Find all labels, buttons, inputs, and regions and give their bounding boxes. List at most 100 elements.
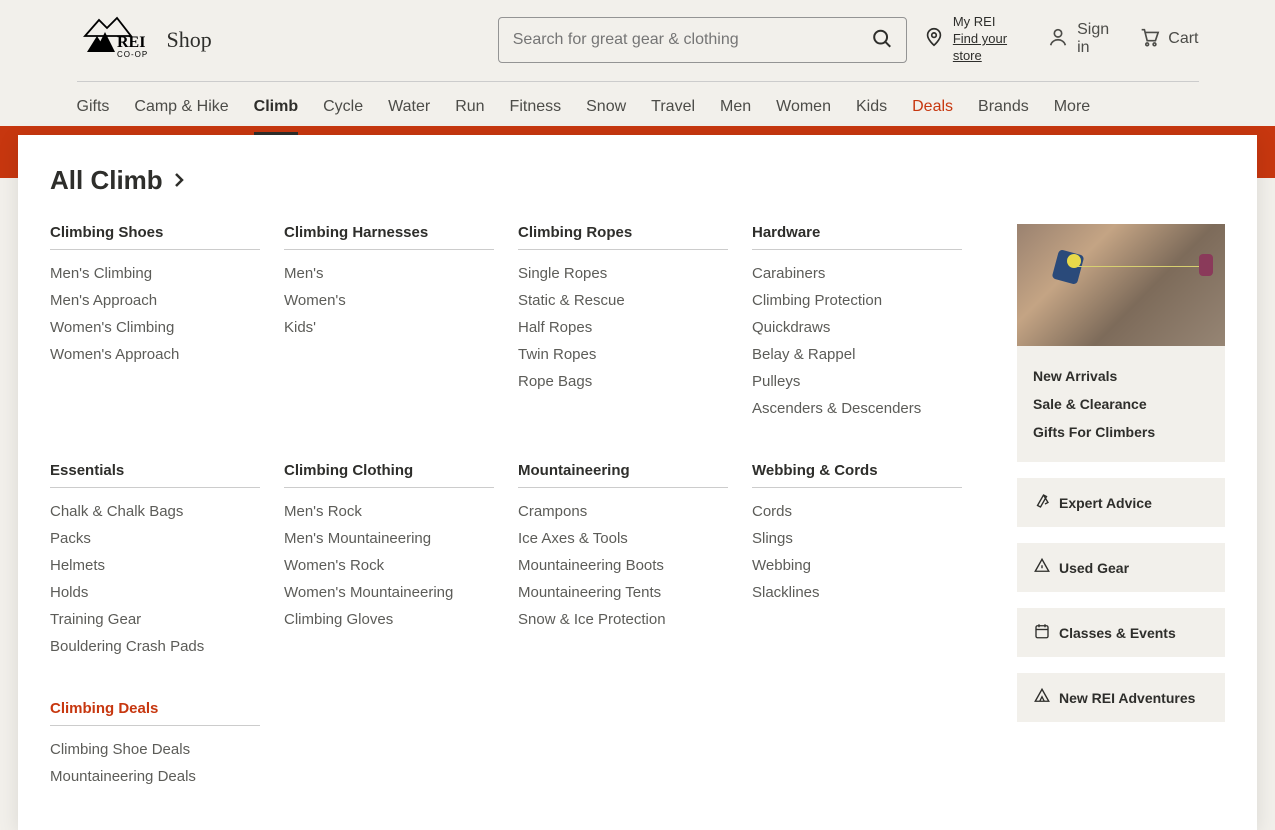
nav-item-gifts[interactable]: Gifts [77, 82, 110, 135]
menu-link[interactable]: Men's Mountaineering [284, 525, 494, 552]
promo-link[interactable]: Sale & Clearance [1033, 390, 1209, 418]
side-button[interactable]: Classes & Events [1017, 608, 1225, 657]
menu-column: Climbing Shoes Men's ClimbingMen's Approa… [50, 224, 260, 422]
menu-column: Climbing Ropes Single RopesStatic & Rescu… [518, 224, 728, 422]
sign-in[interactable]: Sign in [1047, 21, 1116, 57]
menu-link[interactable]: Packs [50, 525, 260, 552]
menu-link[interactable]: Climbing Gloves [284, 606, 494, 633]
mega-menu-title[interactable]: All Climb [50, 165, 1225, 196]
side-button-label: Used Gear [1059, 560, 1129, 576]
menu-link[interactable]: Carabiners [752, 260, 962, 287]
calendar-icon [1033, 622, 1051, 643]
side-button-label: Classes & Events [1059, 625, 1176, 641]
nav-item-men[interactable]: Men [720, 82, 751, 135]
menu-link[interactable]: Pulleys [752, 368, 962, 395]
nav-item-climb[interactable]: Climb [254, 82, 298, 135]
menu-link[interactable]: Mountaineering Deals [50, 763, 260, 790]
menu-column: Climbing Deals Climbing Shoe DealsMountai… [50, 700, 260, 790]
menu-link[interactable]: Belay & Rappel [752, 341, 962, 368]
mega-menu: All Climb Climbing ShoesMen's ClimbingMe… [18, 135, 1257, 830]
site-header: REI CO-OP Shop [29, 0, 1247, 135]
menu-column-heading[interactable]: Climbing Ropes [518, 224, 728, 250]
menu-link[interactable]: Training Gear [50, 606, 260, 633]
menu-link[interactable]: Rope Bags [518, 368, 728, 395]
nav-item-more[interactable]: More [1054, 82, 1090, 135]
menu-link[interactable]: Ice Axes & Tools [518, 525, 728, 552]
menu-link[interactable]: Twin Ropes [518, 341, 728, 368]
search-button[interactable] [867, 23, 897, 56]
menu-column: Climbing Clothing Men's RockMen's Mountai… [284, 462, 494, 660]
menu-link[interactable]: Men's [284, 260, 494, 287]
menu-column: MountaineeringCramponsIce Axes & ToolsMo… [518, 462, 728, 660]
menu-link[interactable]: Climbing Shoe Deals [50, 736, 260, 763]
menu-link[interactable]: Women's [284, 287, 494, 314]
find-store-link[interactable]: Find your store [953, 31, 1025, 65]
menu-link[interactable]: Slacklines [752, 579, 962, 606]
nav-item-snow[interactable]: Snow [586, 82, 626, 135]
promo-link[interactable]: New Arrivals [1033, 362, 1209, 390]
menu-link[interactable]: Crampons [518, 498, 728, 525]
menu-link[interactable]: Women's Rock [284, 552, 494, 579]
nav-item-run[interactable]: Run [455, 82, 484, 135]
sign-in-label: Sign in [1077, 21, 1116, 57]
menu-link[interactable]: Quickdraws [752, 314, 962, 341]
search-input[interactable] [498, 17, 907, 63]
nav-item-cycle[interactable]: Cycle [323, 82, 363, 135]
menu-link[interactable]: Mountaineering Tents [518, 579, 728, 606]
menu-link[interactable]: Men's Approach [50, 287, 260, 314]
menu-column-heading[interactable]: Climbing Clothing [284, 462, 494, 488]
menu-link[interactable]: Men's Climbing [50, 260, 260, 287]
nav-item-brands[interactable]: Brands [978, 82, 1029, 135]
adventure-icon [1033, 687, 1051, 708]
store-locator[interactable]: My REI Find your store [923, 14, 1025, 65]
menu-link[interactable]: Men's Rock [284, 498, 494, 525]
menu-link[interactable]: Climbing Protection [752, 287, 962, 314]
menu-link[interactable]: Bouldering Crash Pads [50, 633, 260, 660]
menu-link[interactable]: Holds [50, 579, 260, 606]
menu-column: Hardware CarabinersClimbing ProtectionQui… [752, 224, 962, 422]
menu-link[interactable]: Women's Climbing [50, 314, 260, 341]
cart-label: Cart [1168, 30, 1198, 48]
side-button[interactable]: Expert Advice [1017, 478, 1225, 527]
svg-text:REI: REI [117, 34, 145, 51]
menu-link[interactable]: Cords [752, 498, 962, 525]
nav-item-water[interactable]: Water [388, 82, 430, 135]
nav-item-women[interactable]: Women [776, 82, 831, 135]
side-button[interactable]: New REI Adventures [1017, 673, 1225, 722]
nav-item-kids[interactable]: Kids [856, 82, 887, 135]
menu-link[interactable]: Ascenders & Descenders [752, 395, 962, 422]
menu-column-heading[interactable]: Webbing & Cords [752, 462, 962, 488]
menu-link[interactable]: Snow & Ice Protection [518, 606, 728, 633]
menu-link[interactable]: Half Ropes [518, 314, 728, 341]
nav-item-fitness[interactable]: Fitness [510, 82, 562, 135]
menu-column-heading[interactable]: Climbing Deals [50, 700, 260, 726]
promo-image[interactable] [1017, 224, 1225, 346]
menu-column-heading[interactable]: Climbing Shoes [50, 224, 260, 250]
menu-column-heading[interactable]: Climbing Harnesses [284, 224, 494, 250]
menu-link[interactable]: Webbing [752, 552, 962, 579]
menu-link[interactable]: Static & Rescue [518, 287, 728, 314]
menu-link[interactable]: Slings [752, 525, 962, 552]
menu-link[interactable]: Women's Approach [50, 341, 260, 368]
menu-link[interactable]: Kids' [284, 314, 494, 341]
menu-column: Climbing Harnesses Men'sWomen'sKids' [284, 224, 494, 422]
menu-column-heading[interactable]: Mountaineering [518, 462, 728, 488]
cart[interactable]: Cart [1138, 26, 1198, 53]
menu-link[interactable]: Helmets [50, 552, 260, 579]
nav-item-travel[interactable]: Travel [651, 82, 695, 135]
menu-link[interactable]: Mountaineering Boots [518, 552, 728, 579]
menu-column-heading[interactable]: Essentials [50, 462, 260, 488]
nav-item-deals[interactable]: Deals [912, 82, 953, 135]
promo-link[interactable]: Gifts For Climbers [1033, 418, 1209, 446]
menu-link[interactable]: Single Ropes [518, 260, 728, 287]
menu-column-heading[interactable]: Hardware [752, 224, 962, 250]
nav-item-camp-hike[interactable]: Camp & Hike [134, 82, 228, 135]
tools-icon [1033, 492, 1051, 513]
side-button[interactable]: Used Gear [1017, 543, 1225, 592]
menu-link[interactable]: Women's Mountaineering [284, 579, 494, 606]
svg-text:CO-OP: CO-OP [117, 50, 148, 59]
rei-logo: REI CO-OP [77, 14, 155, 65]
logo-block[interactable]: REI CO-OP Shop [77, 14, 212, 65]
menu-link[interactable]: Chalk & Chalk Bags [50, 498, 260, 525]
chevron-right-icon [173, 165, 185, 196]
